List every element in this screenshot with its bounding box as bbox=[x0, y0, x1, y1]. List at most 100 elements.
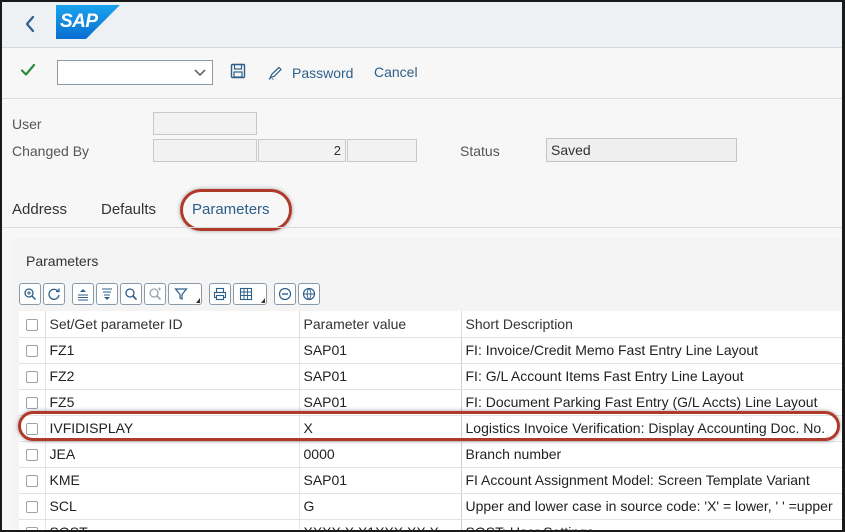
cancel-label: Cancel bbox=[374, 64, 418, 80]
row-checkbox[interactable] bbox=[25, 345, 38, 358]
grid-layout-icon bbox=[239, 287, 253, 301]
short-description-cell[interactable]: Logistics Invoice Verification: Display … bbox=[461, 415, 842, 442]
short-description-cell[interactable]: FI Account Assignment Model: Screen Temp… bbox=[461, 467, 842, 494]
table-row[interactable]: SCL G Upper and lower case in source cod… bbox=[19, 493, 842, 520]
table-row[interactable]: FZ2 SAP01 FI: G/L Account Items Fast Ent… bbox=[19, 363, 842, 390]
row-checkbox[interactable] bbox=[25, 527, 38, 530]
sort-ascending-icon bbox=[78, 289, 88, 301]
parameter-id-cell[interactable]: IVFIDISPLAY bbox=[45, 415, 300, 442]
column-header-parameter-value[interactable]: Parameter value bbox=[299, 311, 462, 338]
changed-by-field[interactable] bbox=[153, 139, 257, 162]
tab-parameters[interactable]: Parameters bbox=[192, 201, 270, 218]
row-checkbox[interactable] bbox=[25, 371, 38, 384]
select-all-checkbox[interactable] bbox=[25, 319, 38, 332]
printer-icon bbox=[213, 287, 227, 301]
parameter-value-cell[interactable]: G bbox=[299, 493, 462, 520]
column-header-parameter-id[interactable]: Set/Get parameter ID bbox=[45, 311, 300, 338]
command-input[interactable] bbox=[58, 61, 188, 84]
table-row[interactable]: FZ1 SAP01 FI: Invoice/Credit Memo Fast E… bbox=[19, 337, 842, 364]
parameter-value-cell[interactable]: XXXX X X1XXX XX X bbox=[299, 519, 462, 530]
table-row[interactable]: KME SAP01 FI Account Assignment Model: S… bbox=[19, 467, 842, 494]
details-button[interactable] bbox=[19, 283, 41, 305]
parameter-id-cell[interactable]: SOST bbox=[45, 519, 300, 530]
parameter-id-cell[interactable]: KME bbox=[45, 467, 300, 494]
row-selector[interactable] bbox=[19, 363, 46, 390]
short-description-cell[interactable]: SOST: User Settings bbox=[461, 519, 842, 530]
password-button[interactable]: Password bbox=[268, 63, 353, 83]
parameter-id-cell[interactable]: SCL bbox=[45, 493, 300, 520]
changed-date-field[interactable]: 2 bbox=[258, 139, 346, 162]
dropdown-caret-icon bbox=[261, 298, 265, 303]
sort-descending-button[interactable] bbox=[96, 283, 118, 305]
shell-header: SAP bbox=[2, 2, 842, 48]
help-button[interactable] bbox=[298, 283, 320, 305]
user-field[interactable] bbox=[153, 112, 257, 135]
chevron-left-icon bbox=[25, 15, 35, 33]
magnifier-detail-icon bbox=[24, 288, 37, 301]
row-checkbox[interactable] bbox=[25, 475, 38, 488]
find-button[interactable] bbox=[120, 283, 142, 305]
command-field[interactable] bbox=[57, 60, 213, 85]
sort-ascending-button[interactable] bbox=[72, 283, 94, 305]
user-label: User bbox=[12, 116, 42, 132]
parameters-table: Set/Get parameter ID Parameter value Sho… bbox=[19, 311, 842, 530]
table-header-row: Set/Get parameter ID Parameter value Sho… bbox=[19, 311, 842, 338]
parameter-value-cell[interactable]: 0000 bbox=[299, 441, 462, 468]
row-selector[interactable] bbox=[19, 441, 46, 468]
table-row[interactable]: FZ5 SAP01 FI: Document Parking Fast Entr… bbox=[19, 389, 842, 416]
changed-by-label: Changed By bbox=[12, 143, 90, 159]
row-selector[interactable] bbox=[19, 389, 46, 416]
short-description-cell[interactable]: FI: G/L Account Items Fast Entry Line La… bbox=[461, 363, 842, 390]
row-checkbox[interactable] bbox=[25, 397, 38, 410]
find-next-button[interactable] bbox=[144, 283, 166, 305]
row-selector[interactable] bbox=[19, 337, 46, 364]
short-description-cell[interactable]: Upper and lower case in source code: 'X'… bbox=[461, 493, 842, 520]
sap-logo-text: SAP bbox=[60, 11, 98, 32]
parameter-id-cell[interactable]: JEA bbox=[45, 441, 300, 468]
table-row[interactable]: IVFIDISPLAY X Logistics Invoice Verifica… bbox=[19, 415, 842, 442]
short-description-cell[interactable]: Branch number bbox=[461, 441, 842, 468]
parameter-value-cell[interactable]: SAP01 bbox=[299, 467, 462, 494]
status-field[interactable]: Saved bbox=[546, 138, 737, 162]
password-label: Password bbox=[292, 65, 354, 81]
row-checkbox[interactable] bbox=[25, 501, 38, 514]
chevron-down-icon[interactable] bbox=[194, 68, 206, 78]
select-all-cell[interactable] bbox=[19, 311, 46, 338]
refresh-button[interactable] bbox=[43, 283, 65, 305]
minus-circle-icon bbox=[278, 287, 292, 301]
toolbar-divider bbox=[2, 98, 842, 99]
short-description-cell[interactable]: FI: Document Parking Fast Entry (G/L Acc… bbox=[461, 389, 842, 416]
pencil-icon bbox=[268, 66, 282, 80]
parameter-id-cell[interactable]: FZ2 bbox=[45, 363, 300, 390]
row-checkbox[interactable] bbox=[25, 423, 38, 436]
cancel-button[interactable]: Cancel bbox=[374, 64, 418, 82]
filter-button[interactable] bbox=[168, 283, 202, 305]
column-header-short-description[interactable]: Short Description bbox=[461, 311, 842, 338]
delete-row-button[interactable] bbox=[274, 283, 296, 305]
row-selector[interactable] bbox=[19, 415, 46, 442]
row-checkbox[interactable] bbox=[25, 449, 38, 462]
parameter-value-cell[interactable]: SAP01 bbox=[299, 389, 462, 416]
short-description-cell[interactable]: FI: Invoice/Credit Memo Fast Entry Line … bbox=[461, 337, 842, 364]
tab-address[interactable]: Address bbox=[12, 201, 67, 218]
floppy-disk-icon bbox=[230, 63, 246, 79]
parameter-id-cell[interactable]: FZ1 bbox=[45, 337, 300, 364]
print-button[interactable] bbox=[209, 283, 231, 305]
enter-button[interactable] bbox=[20, 62, 44, 82]
parameter-id-cell[interactable]: FZ5 bbox=[45, 389, 300, 416]
parameter-value-cell[interactable]: SAP01 bbox=[299, 363, 462, 390]
parameter-value-cell[interactable]: SAP01 bbox=[299, 337, 462, 364]
back-button[interactable] bbox=[18, 11, 42, 37]
grid-toolbar bbox=[19, 281, 322, 307]
tab-defaults[interactable]: Defaults bbox=[101, 201, 156, 218]
row-selector[interactable] bbox=[19, 467, 46, 494]
parameter-value-cell[interactable]: X bbox=[299, 415, 462, 442]
changed-time-field[interactable] bbox=[347, 139, 417, 162]
table-row[interactable]: SOST XXXX X X1XXX XX X SOST: User Settin… bbox=[19, 519, 842, 530]
row-selector[interactable] bbox=[19, 519, 46, 530]
row-selector[interactable] bbox=[19, 493, 46, 520]
table-row[interactable]: JEA 0000 Branch number bbox=[19, 441, 842, 468]
layout-button[interactable] bbox=[233, 283, 267, 305]
sort-descending-icon bbox=[102, 288, 112, 300]
save-button[interactable] bbox=[230, 63, 248, 81]
